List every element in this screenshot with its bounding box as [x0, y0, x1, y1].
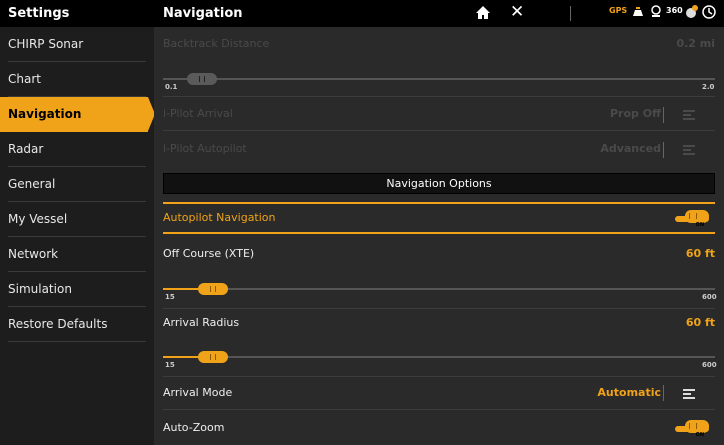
360-status-icon: 360 [666, 6, 683, 15]
slider-min-label: 15 [165, 293, 175, 301]
off-course-value: 60 ft [685, 247, 715, 260]
off-course-slider[interactable] [163, 283, 715, 295]
slider-min-label: 0.1 [165, 83, 178, 91]
divider [663, 107, 664, 123]
sidebar-item-label: Navigation [8, 107, 82, 121]
backtrack-distance-label: Backtrack Distance [163, 37, 270, 50]
arrival-radius-slider[interactable] [163, 351, 715, 363]
ipilot-arrival-row: i-Pilot Arrival Prop Off [163, 107, 715, 123]
sidebar-item-label: Restore Defaults [8, 317, 108, 331]
sidebar-item-label: Chart [8, 72, 41, 86]
network-status-icon [686, 5, 698, 18]
page-title: Navigation [163, 6, 243, 21]
sidebar-item-simulation[interactable]: Simulation [0, 272, 154, 307]
backtrack-distance-row: Backtrack Distance 0.2 mi [163, 37, 715, 53]
auto-zoom-label: Auto-Zoom [163, 421, 225, 434]
app-window: Settings Navigation ✕ GPS 360 CHIRP Sona… [0, 0, 724, 445]
divider [663, 385, 664, 401]
slider-max-label: 600 [702, 293, 717, 301]
slider-thumb[interactable] [198, 283, 228, 295]
arrival-radius-value: 60 ft [685, 316, 715, 329]
slider-thumb[interactable] [187, 73, 217, 85]
arrival-radius-row: Arrival Radius 60 ft [163, 316, 715, 332]
slider-max-label: 2.0 [702, 83, 715, 91]
settings-sidebar: CHIRP Sonar Chart Navigation Radar Gener… [0, 27, 155, 445]
sidebar-item-label: CHIRP Sonar [8, 37, 84, 51]
sidebar-item-radar[interactable]: Radar [0, 132, 154, 167]
sidebar-item-navigation[interactable]: Navigation [0, 97, 155, 132]
arrival-radius-label: Arrival Radius [163, 316, 240, 329]
sidebar-item-label: Simulation [8, 282, 72, 296]
slider-thumb[interactable] [198, 351, 228, 363]
sidebar-item-label: My Vessel [8, 212, 68, 226]
clock-icon [702, 5, 716, 19]
menu-icon [683, 110, 695, 120]
divider [163, 308, 715, 309]
off-course-label: Off Course (XTE) [163, 247, 255, 260]
divider [163, 96, 715, 97]
autopilot-navigation-toggle[interactable]: ON [675, 210, 709, 228]
close-icon[interactable]: ✕ [510, 3, 524, 22]
ipilot-arrival-label: i-Pilot Arrival [163, 107, 233, 120]
backtrack-distance-slider[interactable] [163, 73, 715, 85]
divider [663, 142, 664, 158]
ipilot-arrival-value: Prop Off [609, 107, 661, 120]
gps-status-icon: GPS [609, 6, 628, 15]
sonar-status-icon [633, 7, 643, 16]
slider-max-label: 600 [702, 361, 717, 369]
ipilot-autopilot-value: Advanced [600, 142, 661, 155]
settings-title: Settings [8, 6, 70, 21]
ipilot-autopilot-label: i-Pilot Autopilot [163, 142, 247, 155]
navigation-settings-panel: Backtrack Distance 0.2 mi 0.1 2.0 i-Pilo… [154, 27, 724, 445]
autopilot-navigation-label: Autopilot Navigation [163, 211, 276, 224]
divider [163, 376, 715, 377]
sidebar-item-my-vessel[interactable]: My Vessel [0, 202, 154, 237]
arrival-mode-value: Automatic [597, 386, 661, 399]
arrival-mode-label: Arrival Mode [163, 386, 233, 399]
selection-bottom-line [163, 232, 715, 234]
sidebar-item-label: General [8, 177, 56, 191]
sidebar-item-label: Network [8, 247, 59, 261]
divider [163, 130, 715, 131]
header-divider [570, 6, 571, 21]
sidebar-item-general[interactable]: General [0, 167, 154, 202]
ipilot-autopilot-row: i-Pilot Autopilot Advanced [163, 142, 715, 158]
home-icon[interactable] [474, 4, 492, 22]
toggle-state-label: ON [695, 432, 704, 438]
auto-zoom-toggle[interactable]: ON [675, 420, 709, 438]
toggle-state-label: ON [695, 222, 704, 228]
sidebar-item-chart[interactable]: Chart [0, 62, 154, 97]
backtrack-distance-value: 0.2 mi [676, 37, 715, 50]
autopilot-navigation-row[interactable]: Autopilot Navigation [163, 211, 715, 227]
sidebar-item-label: Radar [8, 142, 44, 156]
header-bar: Settings Navigation ✕ GPS 360 [0, 0, 724, 27]
temperature-icon [651, 5, 661, 17]
selection-top-line [163, 202, 715, 204]
divider [163, 409, 715, 410]
arrival-mode-row[interactable]: Arrival Mode Automatic [163, 386, 715, 402]
auto-zoom-row[interactable]: Auto-Zoom [163, 421, 715, 437]
sidebar-item-network[interactable]: Network [0, 237, 154, 272]
section-header-navigation-options: Navigation Options [163, 173, 715, 194]
menu-icon[interactable] [683, 389, 695, 399]
sidebar-item-restore-defaults[interactable]: Restore Defaults [0, 307, 154, 342]
slider-min-label: 15 [165, 361, 175, 369]
sidebar-item-chirp-sonar[interactable]: CHIRP Sonar [0, 27, 154, 62]
off-course-row: Off Course (XTE) 60 ft [163, 247, 715, 263]
menu-icon [683, 145, 695, 155]
